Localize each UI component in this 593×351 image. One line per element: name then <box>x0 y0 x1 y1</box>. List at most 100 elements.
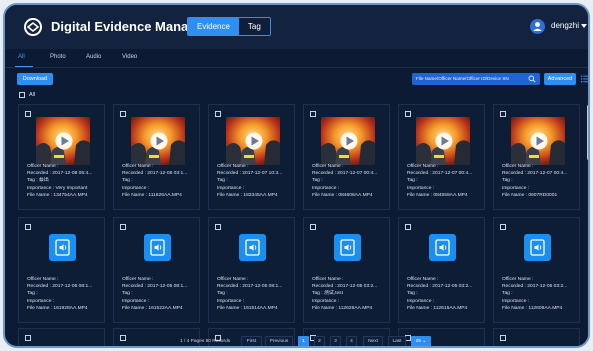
card-checkbox[interactable] <box>120 111 126 117</box>
card-checkbox[interactable] <box>215 111 221 117</box>
importance-field: Importance : <box>407 298 435 304</box>
card-checkbox[interactable] <box>310 224 316 230</box>
file-name-field: File Name : 161514AA.MP4 <box>217 305 278 311</box>
audio-thumbnail[interactable] <box>144 234 171 261</box>
evidence-grid: Officer Name : Recorded : 2017-12-08 05:4… <box>5 5 588 346</box>
file-name-field: File Name : 134754AA.MP4 <box>27 192 88 198</box>
officer-name-field: Officer Name : <box>122 277 154 282</box>
audio-thumbnail[interactable] <box>524 234 551 261</box>
card-metadata: Officer Name : Recorded : 2017-12-05 03:2… <box>312 276 390 312</box>
audio-thumbnail[interactable] <box>239 234 266 261</box>
evidence-card[interactable]: Officer Name : Recorded : 2017-12-05 08:1… <box>208 217 295 323</box>
audio-thumbnail[interactable] <box>334 234 361 261</box>
tag-field: Tag : <box>217 291 228 297</box>
tag-field: Tag : <box>502 178 513 184</box>
card-checkbox[interactable] <box>500 224 506 230</box>
evidence-card[interactable]: Officer Name : Recorded : 2017-12-07 10:3… <box>208 104 295 210</box>
recorded-field: Recorded : 2017-12-07 00:4... <box>407 171 473 177</box>
card-checkbox[interactable] <box>120 224 126 230</box>
officer-name-field: Officer Name : <box>407 277 439 282</box>
importance-field: Importance : <box>407 185 435 191</box>
importance-field: Importance : <box>217 298 245 304</box>
video-thumbnail-image <box>226 117 280 165</box>
card-checkbox[interactable] <box>405 111 411 117</box>
importance-field: Importance : <box>502 185 530 191</box>
card-metadata: Officer Name : Recorded : 2017-12-05 03:2… <box>407 276 485 312</box>
card-metadata: Officer Name : Recorded : 2017-12-07 10:3… <box>217 163 295 199</box>
video-thumbnail[interactable] <box>131 117 185 165</box>
evidence-card[interactable]: Officer Name : Recorded : 2017-12-07 00:4… <box>303 104 390 210</box>
next-page-button[interactable]: Next <box>363 336 383 346</box>
file-name-field: File Name : 111626AA.MP4 <box>122 192 182 198</box>
card-checkbox[interactable] <box>500 111 506 117</box>
evidence-card[interactable]: Officer Name : Recorded : 2017-12-05 03:2… <box>303 217 390 323</box>
video-thumbnail[interactable] <box>226 117 280 165</box>
evidence-card[interactable]: Officer Name : Recorded : 2017-12-08 03:1… <box>113 104 200 210</box>
officer-name-field: Officer Name : <box>407 164 439 169</box>
pagination-summary: 1 / 4 Pages 80 Records <box>180 339 231 344</box>
officer-name-field: Officer Name : <box>27 277 59 282</box>
card-checkbox[interactable] <box>310 111 316 117</box>
card-metadata: Officer Name : Recorded : 2017-12-07 00:4… <box>312 163 390 199</box>
recorded-field: Recorded : 2017-12-07 00:4... <box>502 171 568 177</box>
tag-field: Tag : 测试,test <box>312 291 343 297</box>
file-name-field: File Name : 161928AA.MP4 <box>27 305 88 311</box>
scrollbar-thumb[interactable] <box>587 105 588 160</box>
card-metadata: Officer Name : Recorded : 2017-12-05 08:1… <box>217 276 295 312</box>
evidence-card[interactable]: Officer Name : Recorded : 2017-12-05 08:1… <box>18 217 105 323</box>
recorded-field: Recorded : 2017-12-05 03:2... <box>407 284 473 290</box>
evidence-card[interactable]: Officer Name : Recorded : 2017-12-08 05:4… <box>18 104 105 210</box>
video-thumbnail-image <box>416 117 470 165</box>
video-thumbnail[interactable] <box>321 117 375 165</box>
app-window: Digital Evidence Management Evidence Tag… <box>3 3 590 348</box>
recorded-field: Recorded : 2017-12-05 03:2... <box>502 284 568 290</box>
page-button-1[interactable]: 1 <box>298 336 309 346</box>
audio-thumbnail[interactable] <box>429 234 456 261</box>
importance-field: Importance : Very Important <box>27 185 88 191</box>
tag-field: Tag : <box>502 291 513 297</box>
evidence-card[interactable]: Officer Name : Recorded : 2017-12-07 00:4… <box>493 104 580 210</box>
officer-name-field: Officer Name : <box>502 277 534 282</box>
card-metadata: Officer Name : Recorded : 2017-12-05 03:2… <box>502 276 580 312</box>
tag-field: Tag : <box>27 291 38 297</box>
pagination: 1 / 4 Pages 80 Records First Previous 1 … <box>5 335 588 346</box>
page-button-3[interactable]: 3 <box>330 336 341 346</box>
card-metadata: Officer Name : Recorded : 2017-12-05 08:1… <box>27 276 105 312</box>
video-thumbnail-image <box>321 117 375 165</box>
card-checkbox[interactable] <box>405 224 411 230</box>
audio-file-icon <box>150 239 165 256</box>
file-name-field: File Name : 112606AA.MP4 <box>502 305 563 311</box>
video-thumbnail-image <box>131 117 185 165</box>
importance-field: Importance : <box>122 298 150 304</box>
audio-thumbnail[interactable] <box>49 234 76 261</box>
page-size-select[interactable]: 25 ⌄ <box>411 336 431 346</box>
video-thumbnail[interactable] <box>511 117 565 165</box>
page-button-4[interactable]: 4 <box>346 336 357 346</box>
recorded-field: Recorded : 2017-12-07 00:4... <box>312 171 378 177</box>
recorded-field: Recorded : 2017-12-05 08:1... <box>27 284 93 290</box>
evidence-card[interactable]: Officer Name : Recorded : 2017-12-05 03:2… <box>398 217 485 323</box>
recorded-field: Recorded : 2017-12-08 05:4... <box>27 171 93 177</box>
card-checkbox[interactable] <box>25 111 31 117</box>
file-name-field: File Name : 161522AA.MP4 <box>122 305 183 311</box>
last-page-button[interactable]: Last <box>388 336 406 346</box>
tag-field: Tag : <box>217 178 228 184</box>
officer-name-field: Officer Name : <box>312 277 344 282</box>
video-thumbnail[interactable] <box>36 117 90 165</box>
officer-name-field: Officer Name : <box>217 277 249 282</box>
audio-file-icon <box>245 239 260 256</box>
recorded-field: Recorded : 2017-12-05 08:1... <box>122 284 188 290</box>
first-page-button[interactable]: First <box>241 336 262 346</box>
evidence-card[interactable]: Officer Name : Recorded : 2017-12-07 00:4… <box>398 104 485 210</box>
importance-field: Importance : <box>312 298 340 304</box>
card-checkbox[interactable] <box>25 224 31 230</box>
video-thumbnail[interactable] <box>416 117 470 165</box>
officer-name-field: Officer Name : <box>502 164 534 169</box>
recorded-field: Recorded : 2017-12-05 03:2... <box>312 284 378 290</box>
page-button-2[interactable]: 2 <box>314 336 325 346</box>
audio-file-icon <box>530 239 545 256</box>
previous-page-button[interactable]: Previous <box>265 336 293 346</box>
evidence-card[interactable]: Officer Name : Recorded : 2017-12-05 08:1… <box>113 217 200 323</box>
evidence-card[interactable]: Officer Name : Recorded : 2017-12-05 03:2… <box>493 217 580 323</box>
card-checkbox[interactable] <box>215 224 221 230</box>
